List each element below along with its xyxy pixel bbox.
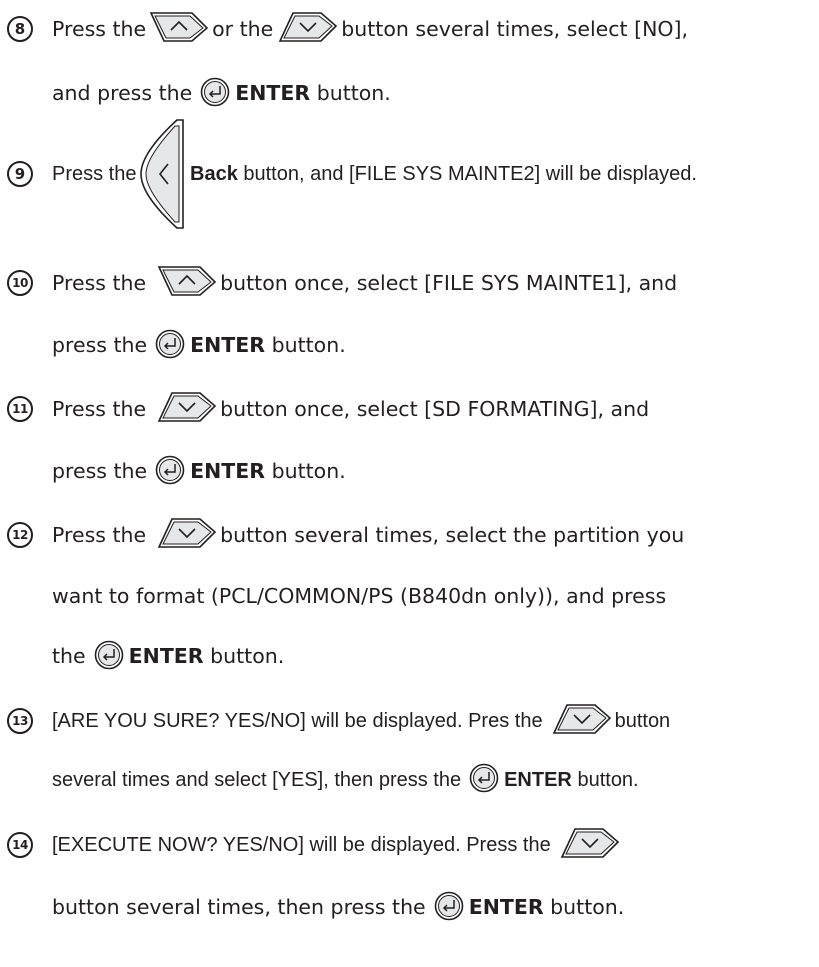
step-line: Press the [52,163,137,185]
step-line: press the ENTER button. [52,330,346,360]
up-arrow-button-icon [148,10,210,44]
step-line: Back button, and [FILE SYS MAINTE2] will… [190,163,697,185]
enter-button-icon [94,640,124,670]
down-arrow-button-icon [559,826,621,860]
step-number: 9 [7,161,33,187]
enter-button-icon [155,455,185,485]
enter-button-icon [155,329,185,359]
enter-button-icon [434,891,464,921]
step-line: the ENTER button. [52,641,284,671]
step-line: press the ENTER button. [52,456,346,486]
step-line: several times and select [YES], then pre… [52,765,639,795]
step-number: 13 [7,708,33,734]
down-arrow-button-icon [277,10,339,44]
down-arrow-button-icon [156,390,218,424]
step-number: 12 [7,522,33,548]
step-line: Press the or the button several times, sel… [52,14,688,44]
step-number: 14 [7,832,33,858]
step-number: 10 [7,270,33,296]
step-line: Press the button once, select [FILE SYS M… [52,268,677,298]
step-line: want to format (PCL/COMMON/PS (B840dn on… [52,584,667,608]
enter-button-icon [200,77,230,107]
step-line: Press the button several times, select th… [52,520,684,550]
step-line: and press the ENTER button. [52,78,391,108]
step-number: 11 [7,396,33,422]
back-button-icon [137,118,185,234]
up-arrow-button-icon [156,264,218,298]
down-arrow-button-icon [156,516,218,550]
step-line: button several times, then press the ENTE… [52,892,624,922]
step-line: [ARE YOU SURE? YES/NO] will be displayed… [52,706,670,736]
step-number: 8 [7,16,33,42]
down-arrow-button-icon [551,702,613,736]
step-line: [EXECUTE NOW? YES/NO] will be displayed.… [52,830,623,860]
step-line: Press the button once, select [SD FORMATI… [52,394,649,424]
enter-button-icon [469,763,499,793]
